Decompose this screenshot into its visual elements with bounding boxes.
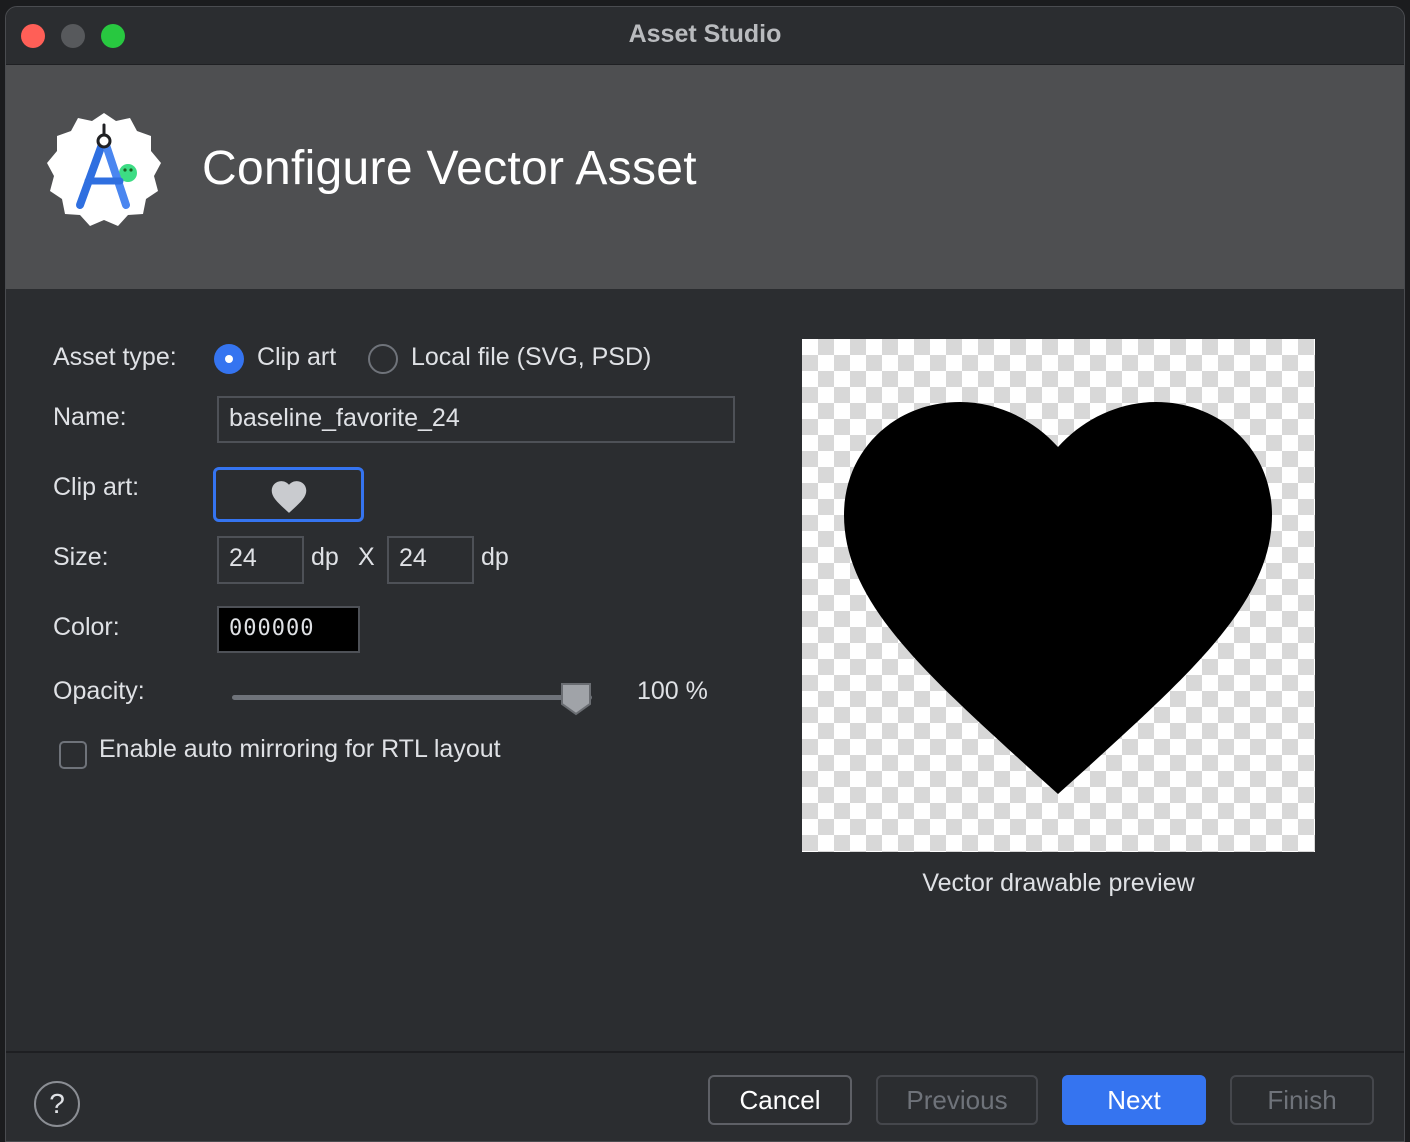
preview-caption: Vector drawable preview <box>922 869 1195 897</box>
asset-type-label: Asset type: <box>53 343 177 371</box>
preview-heart-icon <box>844 402 1272 794</box>
asset-studio-window: Asset Studio Configure Vector Asset Asse… <box>5 6 1405 1142</box>
help-button[interactable]: ? <box>34 1081 80 1127</box>
next-button[interactable]: Next <box>1062 1075 1206 1125</box>
window-title: Asset Studio <box>628 20 782 48</box>
local-file-radio[interactable] <box>368 344 398 374</box>
page-title: Configure Vector Asset <box>202 142 697 195</box>
width-input[interactable]: 24 <box>217 536 304 584</box>
opacity-slider-thumb[interactable] <box>560 682 592 716</box>
content-panel: Asset type: Clip art Local file (SVG, PS… <box>6 289 1404 1051</box>
dialog-footer: ? Cancel Previous Next Finish <box>6 1051 1404 1141</box>
size-separator: X <box>358 543 375 571</box>
width-unit: dp <box>311 543 339 571</box>
vector-preview-panel <box>802 339 1315 852</box>
size-label: Size: <box>53 543 109 571</box>
android-studio-logo-icon <box>47 113 161 226</box>
clip-art-radio-label[interactable]: Clip art <box>257 343 336 372</box>
color-label: Color: <box>53 613 120 641</box>
name-label: Name: <box>53 403 127 431</box>
color-input[interactable]: 000000 <box>217 606 360 653</box>
header-banner: Configure Vector Asset <box>6 65 1404 289</box>
finish-button[interactable]: Finish <box>1230 1075 1374 1125</box>
previous-button[interactable]: Previous <box>876 1075 1038 1125</box>
opacity-value: 100 % <box>637 677 708 705</box>
rtl-mirroring-checkbox[interactable] <box>59 741 87 769</box>
name-input[interactable]: baseline_favorite_24 <box>217 396 735 443</box>
height-unit: dp <box>481 543 509 571</box>
clip-art-radio[interactable] <box>214 344 244 374</box>
opacity-label: Opacity: <box>53 677 145 705</box>
clip-art-picker-button[interactable] <box>213 467 364 522</box>
rtl-mirroring-label[interactable]: Enable auto mirroring for RTL layout <box>99 735 501 764</box>
clip-art-label: Clip art: <box>53 473 140 501</box>
title-bar: Asset Studio <box>6 7 1404 65</box>
height-input[interactable]: 24 <box>387 536 474 584</box>
opacity-slider[interactable] <box>232 695 592 700</box>
heart-icon <box>271 480 306 513</box>
cancel-button[interactable]: Cancel <box>708 1075 852 1125</box>
local-file-radio-label[interactable]: Local file (SVG, PSD) <box>411 343 651 372</box>
